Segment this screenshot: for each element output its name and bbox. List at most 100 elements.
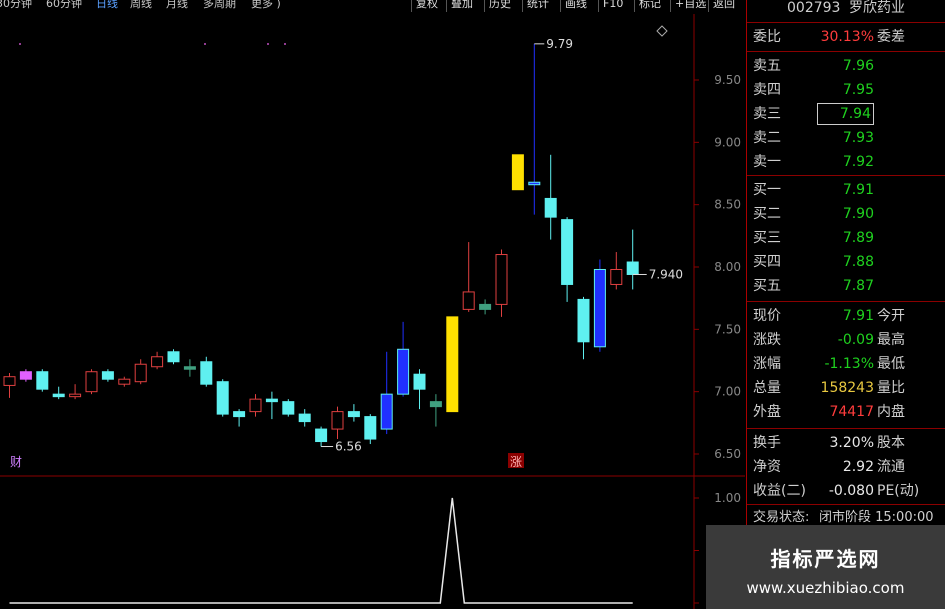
stat-row[interactable]: 收益(二) -0.080 PE(动) xyxy=(747,479,945,503)
sell-order-row[interactable]: 卖二 7.93 xyxy=(747,126,945,150)
candle-body[interactable] xyxy=(3,376,16,386)
tab-more[interactable]: 更多 ) xyxy=(251,0,281,10)
quote-value: -1.13% xyxy=(824,356,874,372)
candle-body[interactable] xyxy=(593,268,606,348)
candle-body[interactable] xyxy=(85,371,98,393)
back-button[interactable]: 返回 xyxy=(708,0,739,12)
sell-order-row[interactable]: 卖三 7.94 xyxy=(747,102,945,126)
statistics-button[interactable]: 统计 xyxy=(522,0,553,12)
candle-body[interactable] xyxy=(134,363,147,383)
sell-order-row[interactable]: 卖四 7.95 xyxy=(747,78,945,102)
quote-row[interactable]: 外盘 74417 内盘 xyxy=(747,400,945,424)
candle-body[interactable] xyxy=(528,181,541,186)
buy-order-row[interactable]: 买三 7.89 xyxy=(747,226,945,250)
buy-order-label: 买四 xyxy=(753,254,781,270)
f10-button[interactable]: F10 xyxy=(598,0,627,12)
candle-body[interactable] xyxy=(347,411,360,418)
quote-label2: 最低 xyxy=(877,356,905,372)
candle-body[interactable] xyxy=(233,411,246,418)
draw-line-button[interactable]: 画线 xyxy=(560,0,591,12)
candle-body[interactable] xyxy=(511,154,524,191)
quote-panel: 002793 罗欣药业 委比 30.13% 委差 交易状态: 闭市阶段 15:0… xyxy=(746,0,945,609)
buy-order-value: 7.91 xyxy=(842,182,874,198)
candle-body[interactable] xyxy=(315,428,328,443)
candle-body[interactable] xyxy=(413,373,426,390)
mark-button[interactable]: 标记 xyxy=(634,0,665,12)
sell-order-label: 卖二 xyxy=(753,130,781,146)
candle-body[interactable] xyxy=(36,371,49,390)
buy-order-row[interactable]: 买一 7.91 xyxy=(747,178,945,202)
candle-body[interactable] xyxy=(183,366,196,370)
candle-body[interactable] xyxy=(544,197,557,218)
candle-body[interactable] xyxy=(446,316,459,413)
indicator-tick-label: 1.00 xyxy=(714,491,741,505)
add-watchlist-button[interactable]: +自选 xyxy=(670,0,710,12)
candle-body[interactable] xyxy=(479,303,492,310)
candle-body[interactable] xyxy=(380,393,393,430)
candle-body[interactable] xyxy=(249,398,262,413)
stat-value: 2.92 xyxy=(842,459,874,475)
tab-multi-period[interactable]: 多周期 xyxy=(203,0,236,10)
candle-body[interactable] xyxy=(101,371,114,380)
candle-body[interactable] xyxy=(265,398,278,403)
tab-30min[interactable]: 30分钟 xyxy=(0,0,32,10)
candle-body[interactable] xyxy=(364,416,377,440)
tab-daily[interactable]: 日线 xyxy=(96,0,118,10)
restore-rights-button[interactable]: 复权 xyxy=(411,0,442,12)
quote-row[interactable]: 总量 158243 量比 xyxy=(747,376,945,400)
candle-body[interactable] xyxy=(331,411,344,430)
quote-label: 现价 xyxy=(753,308,781,324)
buy-order-row[interactable]: 买四 7.88 xyxy=(747,250,945,274)
candle-body[interactable] xyxy=(216,381,229,415)
sell-order-row[interactable]: 卖五 7.96 xyxy=(747,54,945,78)
sell-order-value: 7.93 xyxy=(842,130,874,146)
sell-order-label: 卖四 xyxy=(753,82,781,98)
quote-row[interactable]: 现价 7.91 今开 xyxy=(747,304,945,328)
candle-body[interactable] xyxy=(462,291,475,310)
y-tick-label: 8.50 xyxy=(714,198,741,212)
candle-body[interactable] xyxy=(610,268,623,285)
candle-body[interactable] xyxy=(577,298,590,343)
candle-body[interactable] xyxy=(429,401,442,408)
tab-monthly[interactable]: 月线 xyxy=(166,0,188,10)
buy-order-row[interactable]: 买二 7.90 xyxy=(747,202,945,226)
buy-order-value: 7.89 xyxy=(842,230,874,246)
candle-body[interactable] xyxy=(118,378,131,385)
candle-body[interactable] xyxy=(397,348,410,395)
quote-row[interactable]: 涨跌 -0.09 最高 xyxy=(747,328,945,352)
stat-row[interactable]: 净资 2.92 流通 xyxy=(747,455,945,479)
candle-body[interactable] xyxy=(19,371,32,380)
sell-order-row[interactable]: 卖一 7.92 xyxy=(747,150,945,174)
overlay-button[interactable]: 叠加 xyxy=(446,0,477,12)
candle-body[interactable] xyxy=(561,219,574,285)
indicator-line xyxy=(9,497,633,604)
quote-label: 涨幅 xyxy=(753,356,781,372)
quote-label2: 最高 xyxy=(877,332,905,348)
candle-body[interactable] xyxy=(495,254,508,305)
stat-row[interactable]: 换手 3.20% 股本 xyxy=(747,431,945,455)
candle-body[interactable] xyxy=(282,401,295,415)
tab-60min[interactable]: 60分钟 xyxy=(46,0,82,10)
history-button[interactable]: 历史 xyxy=(484,0,515,12)
candle-body[interactable] xyxy=(69,393,82,398)
dot-marker xyxy=(204,43,206,45)
candle-body[interactable] xyxy=(298,413,311,423)
stock-name: 罗欣药业 xyxy=(849,0,905,16)
sell-order-value: 7.92 xyxy=(842,154,874,170)
candle-body[interactable] xyxy=(626,261,639,275)
candle-body[interactable] xyxy=(52,393,65,398)
candle-body[interactable] xyxy=(200,361,213,385)
quote-row[interactable]: 涨幅 -1.13% 最低 xyxy=(747,352,945,376)
kline-chart[interactable]: 9.50 9.00 8.50 8.00 7.50 7.00 6.50 9.79 6.56 7.9… xyxy=(0,14,745,609)
annotation-label: 7.940 xyxy=(649,267,683,281)
indicator xyxy=(9,497,633,604)
candle-body[interactable] xyxy=(151,356,164,368)
buy-order-value: 7.87 xyxy=(842,278,874,294)
kline-chart-area[interactable]: 9.50 9.00 8.50 8.00 7.50 7.00 6.50 9.79 6.56 7.9… xyxy=(0,14,745,609)
tab-weekly[interactable]: 周线 xyxy=(130,0,152,10)
diamond-icon[interactable] xyxy=(656,25,668,37)
candles xyxy=(3,43,639,447)
buy-order-row[interactable]: 买五 7.87 xyxy=(747,274,945,298)
candle-body[interactable] xyxy=(167,351,180,363)
y-tick-label: 7.50 xyxy=(714,322,741,336)
